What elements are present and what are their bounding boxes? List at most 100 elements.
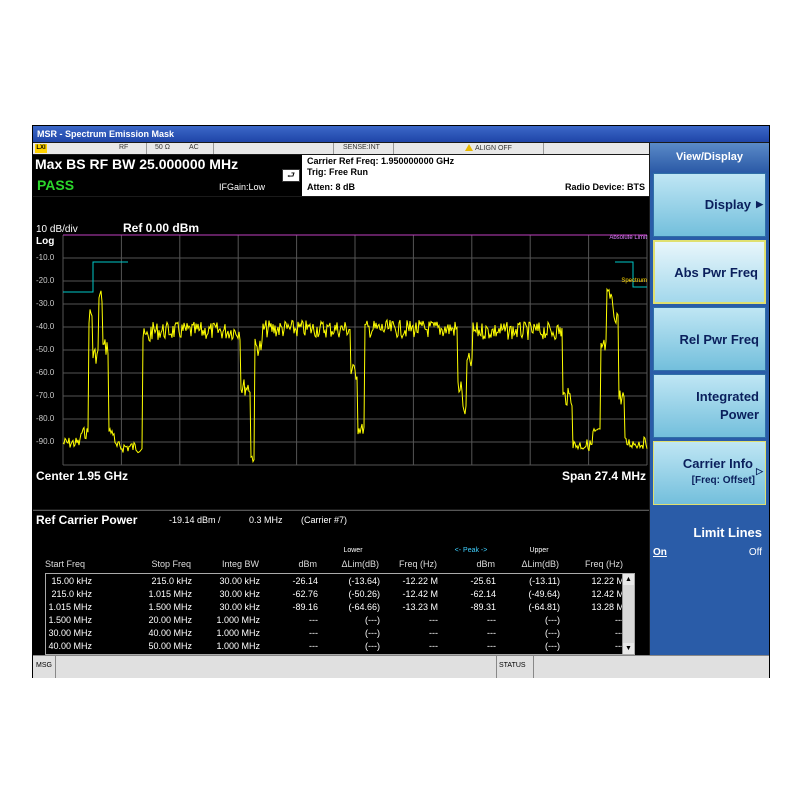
table-cell: (-13.64) xyxy=(348,576,380,586)
settings-panel: ⮐ Carrier Ref Freq: 1.950000000 GHz Trig… xyxy=(282,155,649,196)
table-cell: --- xyxy=(309,628,318,638)
group-peak: <- Peak -> xyxy=(454,547,488,554)
submenu-arrow-icon: ▷ xyxy=(756,466,763,476)
msg-label: MSG xyxy=(36,662,52,669)
scroll-down-icon[interactable]: ▼ xyxy=(623,643,634,654)
submenu-arrow-icon: ▶ xyxy=(756,199,763,209)
table-cell: 13.28 M xyxy=(591,602,624,612)
table-cell: 40.00 MHz xyxy=(48,641,92,651)
table-cell: (---) xyxy=(545,641,560,651)
spectrum-plot[interactable]: 10 dB/div Log Ref 0.00 dBm -10.0 -20.0 -… xyxy=(33,197,649,509)
ifgain-label: IFGain:Low xyxy=(219,182,266,192)
table-cell: -12.22 M xyxy=(402,576,438,586)
limit-off-option[interactable]: Off xyxy=(749,547,762,558)
limit-line-left xyxy=(63,261,128,293)
table-cell: -62.76 xyxy=(292,589,318,599)
table-cell: (---) xyxy=(545,628,560,638)
ref-carrier-power-value: -19.14 dBm / xyxy=(169,515,221,525)
table-cell: 1.000 MHz xyxy=(216,615,260,625)
scroll-up-icon[interactable]: ▲ xyxy=(623,574,634,585)
measurement-header: Max BS RF BW 25.000000 MHz PASS IFGain:L… xyxy=(33,155,302,196)
col-lower-dlim: ΔLim(dB) xyxy=(341,559,379,569)
table-cell: 30.00 kHz xyxy=(219,589,260,599)
scale-label: 10 dB/div xyxy=(36,224,78,235)
warning-icon xyxy=(465,144,473,151)
table-cell: --- xyxy=(615,628,624,638)
table-cell: -25.61 xyxy=(470,576,496,586)
ref-level[interactable]: Ref 0.00 dBm xyxy=(123,221,199,235)
scale-type-label: Log xyxy=(36,236,55,247)
y-tick: -10.0 xyxy=(36,253,55,262)
table-cell: 30.00 kHz xyxy=(219,576,260,586)
table-scrollbar[interactable]: ▲ ▼ xyxy=(622,574,634,654)
table-cell: 15.00 kHz xyxy=(51,576,92,586)
table-cell: 40.00 MHz xyxy=(148,628,192,638)
table-row[interactable]: 40.00 MHz 50.00 MHz 1.000 MHz --- (---) --- --… xyxy=(46,641,634,654)
y-tick: -30.0 xyxy=(36,299,55,308)
table-cell: 12.22 M xyxy=(591,576,624,586)
limit-lines-softkey[interactable]: Limit Lines On Off xyxy=(653,517,766,583)
table-cell: 1.000 MHz xyxy=(216,641,260,651)
results-table: Ref Carrier Power -19.14 dBm / 0.3 MHz (… xyxy=(33,510,649,655)
table-cell: --- xyxy=(309,615,318,625)
table-cell: (-64.81) xyxy=(528,602,560,612)
limit-lines-label: Limit Lines xyxy=(693,525,762,540)
y-tick: -80.0 xyxy=(36,414,55,423)
table-row[interactable]: 1.015 MHz 1.500 MHz 30.00 kHz -89.16 (-64.66… xyxy=(46,602,634,615)
power-label: Power xyxy=(719,407,759,422)
rel-pwr-freq-softkey[interactable]: Rel Pwr Freq xyxy=(653,307,766,371)
table-cell: --- xyxy=(429,628,438,638)
ref-carrier-power-title: Ref Carrier Power xyxy=(36,513,138,527)
analyzer-window: MSR - Spectrum Emission Mask LXI RF 50 Ω… xyxy=(32,125,770,678)
table-cell: -26.14 xyxy=(292,576,318,586)
table-cell: 1.500 MHz xyxy=(148,602,192,612)
y-tick: -60.0 xyxy=(36,368,55,377)
table-cell: -89.31 xyxy=(470,602,496,612)
table-grid[interactable]: 40.00 MHz 50.00 MHz 1.000 MHz --- (---) --- --… xyxy=(45,573,635,655)
input-label: RF xyxy=(119,144,129,151)
table-cell: --- xyxy=(429,641,438,651)
table-cell: 30.00 MHz xyxy=(48,628,92,638)
impedance-label: 50 Ω xyxy=(155,144,170,151)
table-cell: 215.0 kHz xyxy=(51,589,92,599)
status-row: LXI RF 50 Ω AC SENSE:INT ALIGN OFF xyxy=(33,143,649,154)
col-start-freq: Start Freq xyxy=(45,559,86,569)
pass-indicator: PASS xyxy=(35,176,107,194)
table-cell: (---) xyxy=(365,615,380,625)
table-cell: 1.500 MHz xyxy=(48,615,92,625)
carrier-info-label: Carrier Info xyxy=(682,456,753,471)
table-cell: -89.16 xyxy=(292,602,318,612)
col-stop-freq: Stop Freq xyxy=(151,559,191,569)
group-upper: Upper xyxy=(529,547,549,554)
span-frequency[interactable]: Span 27.4 MHz xyxy=(562,469,646,483)
display-softkey[interactable]: Display ▶ xyxy=(653,173,766,237)
table-row[interactable]: 215.0 kHz 1.015 MHz 30.00 kHz -62.76 (-50.26… xyxy=(46,589,634,602)
table-cell: 1.015 MHz xyxy=(48,602,92,612)
carrier-ref-freq: Carrier Ref Freq: 1.950000000 GHz xyxy=(307,156,455,166)
ref-carrier-number: (Carrier #7) xyxy=(301,515,348,525)
col-upper-dlim: ΔLim(dB) xyxy=(521,559,559,569)
window-title: MSR - Spectrum Emission Mask xyxy=(33,126,769,142)
table-cell: --- xyxy=(487,628,496,638)
abs-pwr-freq-softkey[interactable]: Abs Pwr Freq xyxy=(653,240,766,304)
spectrum-graph xyxy=(62,234,648,466)
rel-pwr-freq-label: Rel Pwr Freq xyxy=(679,332,759,347)
carrier-info-softkey[interactable]: Carrier Info [Freq: Offset] ▷ xyxy=(653,441,766,505)
table-row[interactable]: 1.500 MHz 20.00 MHz 1.000 MHz --- (---) --- --… xyxy=(46,615,634,628)
center-frequency[interactable]: Center 1.95 GHz xyxy=(36,469,128,483)
display-label: Display xyxy=(704,197,751,212)
legend-absolute-limit: Absolute Limit xyxy=(609,235,647,241)
table-row[interactable]: 30.00 MHz 40.00 MHz 1.000 MHz --- (---) --- --… xyxy=(46,628,634,641)
limit-on-option[interactable]: On xyxy=(653,547,667,558)
table-row[interactable]: 15.00 kHz 215.0 kHz 30.00 kHz -26.14 (-13.64… xyxy=(46,576,634,589)
y-tick: -70.0 xyxy=(36,391,55,400)
table-cell: --- xyxy=(487,641,496,651)
table-cell: 1.000 MHz xyxy=(216,628,260,638)
integrated-power-softkey[interactable]: Integrated Power xyxy=(653,374,766,438)
table-cell: (---) xyxy=(365,641,380,651)
hold-icon[interactable]: ⮐ xyxy=(282,169,300,182)
table-cell: (---) xyxy=(545,615,560,625)
menu-title: View/Display xyxy=(650,143,769,171)
table-cell: -12.42 M xyxy=(402,589,438,599)
table-cell: (-13.11) xyxy=(529,576,560,586)
